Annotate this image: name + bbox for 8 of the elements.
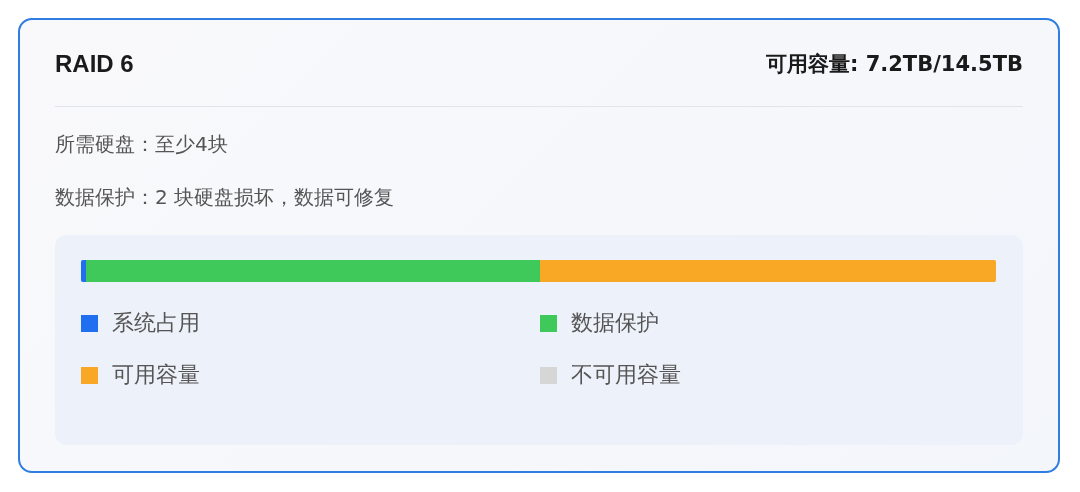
detail-text: 所需硬盘：至少4块 bbox=[55, 131, 229, 158]
legend-label: 数据保护 bbox=[571, 309, 659, 337]
detail-text: 数据保护：2 块硬盘损坏，数据可修复 bbox=[55, 184, 396, 211]
raid-title: RAID 6 bbox=[55, 50, 134, 78]
legend-label: 可用容量 bbox=[112, 361, 200, 389]
capacity-text: 可用容量: 7.2TB/14.5TB bbox=[765, 51, 1023, 78]
legend-label: 不可用容量 bbox=[571, 361, 681, 389]
legend-label: 系统占用 bbox=[112, 309, 200, 337]
